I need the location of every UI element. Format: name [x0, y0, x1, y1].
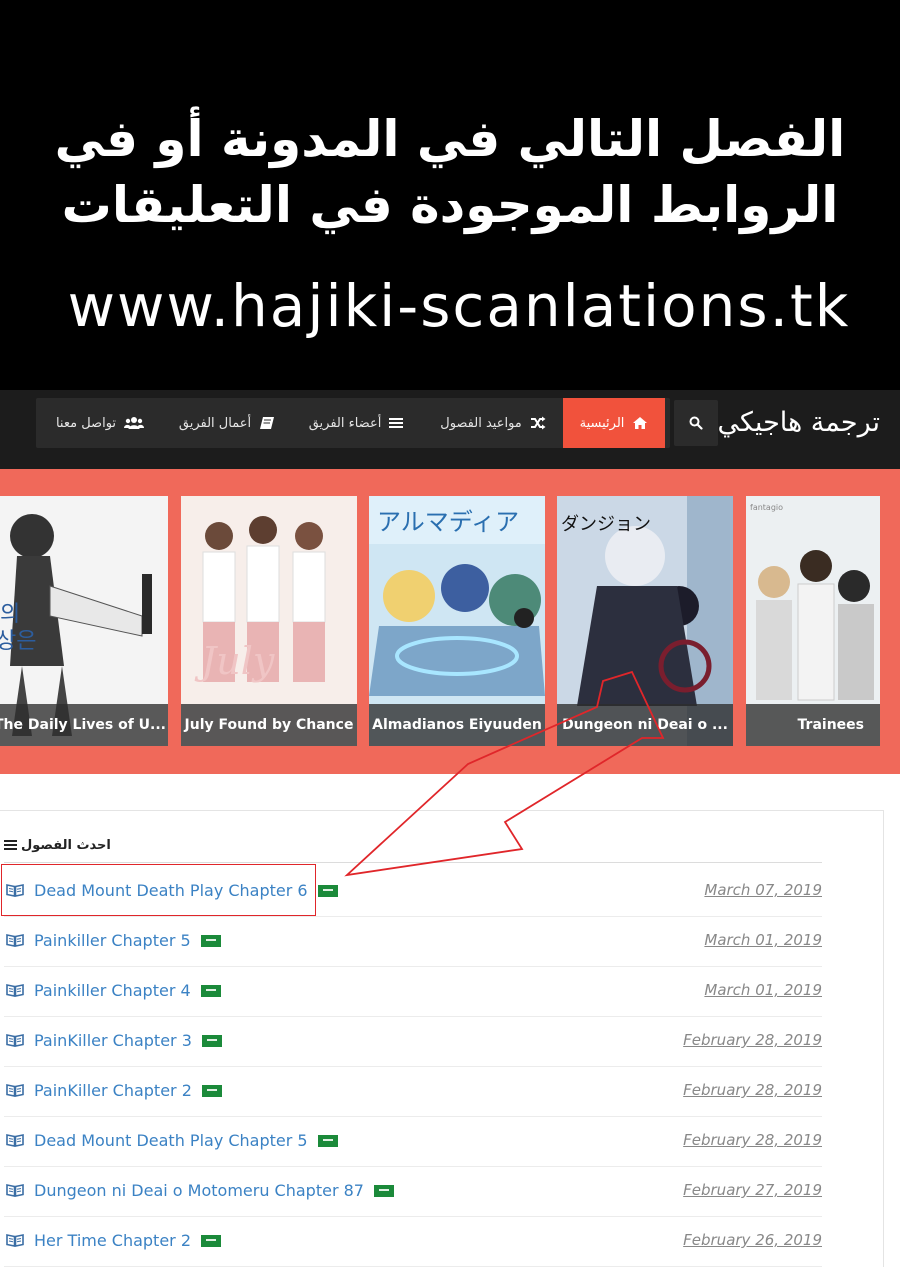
- banner-url: www.hajiki-scanlations.tk: [67, 272, 851, 340]
- slider-card-july[interactable]: July July Found by Chance: [181, 496, 357, 746]
- slider-card-almadianos[interactable]: アルマディア Almadianos Eiyuuden: [369, 496, 545, 746]
- latest-chapters-heading: احدث الفصول: [4, 832, 111, 858]
- divider: [4, 862, 822, 863]
- chapter-title[interactable]: Her Time Chapter 2: [34, 1231, 191, 1250]
- saudi-flag-icon: [201, 1234, 222, 1247]
- nav-item-label: أعمال الفريق: [178, 415, 252, 431]
- heading-text: احدث الفصول: [21, 837, 111, 853]
- chapter-row[interactable]: Her Time Chapter 2 February 26, 2019: [4, 1217, 822, 1267]
- promo-banner: الفصل التالي في المدونة أو في الروابط ال…: [0, 0, 900, 390]
- chapter-title[interactable]: Painkiller Chapter 5: [34, 931, 191, 950]
- slider-card-title: Dungeon ni Deai o ...: [557, 704, 733, 746]
- chapter-date: February 27, 2019: [683, 1181, 822, 1199]
- slider-card-dungeon[interactable]: ダンジョン Dungeon ni Deai o ...: [557, 496, 733, 746]
- svg-text:アルマディア: アルマディア: [377, 508, 519, 536]
- list-icon: [389, 418, 404, 428]
- chapter-link[interactable]: Her Time Chapter 2: [34, 1231, 222, 1250]
- nav-item-members[interactable]: أعضاء الفريق: [296, 398, 416, 448]
- book-icon: [6, 934, 24, 947]
- saudi-flag-icon: [317, 884, 338, 897]
- chapter-date: March 01, 2019: [704, 981, 822, 999]
- chapter-row[interactable]: Dungeon ni Deai o Motomeru Chapter 87 Fe…: [4, 1167, 822, 1217]
- slider-card-title: Almadianos Eiyuuden: [369, 704, 545, 746]
- slider-card-daily-lives[interactable]: 의 상은 The Daily Lives of U...: [0, 496, 168, 746]
- chapter-date: February 28, 2019: [683, 1131, 822, 1149]
- book-icon: [6, 984, 24, 997]
- nav-item-label: أعضاء الفريق: [308, 415, 382, 431]
- home-icon: [633, 417, 648, 429]
- nav-item-contact[interactable]: تواصل معنا: [42, 398, 158, 448]
- shuffle-icon: [530, 416, 546, 430]
- saudi-flag-icon: [373, 1184, 394, 1197]
- list-icon: [4, 840, 17, 850]
- site-title[interactable]: ترجمة هاجيكي: [718, 407, 881, 438]
- chapter-row[interactable]: Painkiller Chapter 5 March 01, 2019: [4, 917, 822, 967]
- saudi-flag-icon: [317, 1134, 338, 1147]
- chapter-link[interactable]: Dead Mount Death Play Chapter 5: [34, 1131, 338, 1150]
- chapter-title[interactable]: Painkiller Chapter 4: [34, 981, 191, 1000]
- search-button[interactable]: [674, 400, 718, 446]
- nav-item-label: مواعيد الفصول: [440, 415, 522, 431]
- slider-card-title: July Found by Chance: [181, 704, 357, 746]
- users-icon: [124, 417, 145, 429]
- chapter-link[interactable]: Dungeon ni Deai o Motomeru Chapter 87: [34, 1181, 394, 1200]
- svg-text:상은: 상은: [0, 629, 36, 654]
- chapter-date: February 28, 2019: [683, 1031, 822, 1049]
- chapter-row[interactable]: PainKiller Chapter 2 February 28, 2019: [4, 1067, 822, 1117]
- book-icon: [260, 417, 275, 429]
- book-icon: [6, 1184, 24, 1197]
- chapter-date: February 26, 2019: [683, 1231, 822, 1249]
- banner-text-line1: الفصل التالي في المدونة أو في: [54, 110, 846, 168]
- chapter-date: March 01, 2019: [704, 931, 822, 949]
- chapter-date: March 07, 2019: [704, 881, 822, 899]
- book-icon: [6, 1134, 24, 1147]
- chapter-link[interactable]: PainKiller Chapter 2: [34, 1081, 222, 1100]
- book-icon: [6, 1084, 24, 1097]
- featured-slider: 의 상은 The Daily Lives of U... July July F…: [0, 469, 900, 774]
- chapter-link[interactable]: Painkiller Chapter 5: [34, 931, 221, 950]
- saudi-flag-icon: [201, 1084, 222, 1097]
- nav-item-label: تواصل معنا: [55, 415, 117, 431]
- chapter-link[interactable]: PainKiller Chapter 3: [34, 1031, 222, 1050]
- nav-item-schedule[interactable]: مواعيد الفصول: [428, 398, 558, 448]
- chapter-row[interactable]: Dead Mount Death Play Chapter 5 February…: [4, 1117, 822, 1167]
- saudi-flag-icon: [201, 1034, 222, 1047]
- chapter-title[interactable]: PainKiller Chapter 2: [34, 1081, 192, 1100]
- svg-text:의: 의: [0, 602, 20, 627]
- book-icon: [6, 1234, 24, 1247]
- nav-item-label: الرئيسية: [579, 415, 625, 431]
- svg-text:fantagio: fantagio: [750, 503, 783, 512]
- chapter-title[interactable]: PainKiller Chapter 3: [34, 1031, 192, 1050]
- slider-card-title: The Daily Lives of U...: [0, 704, 168, 746]
- saudi-flag-icon: [200, 934, 221, 947]
- book-icon: [6, 1034, 24, 1047]
- search-icon: [689, 416, 703, 430]
- banner-text-line2: الروابط الموجودة في التعليقات: [61, 176, 839, 234]
- chapter-title[interactable]: Dungeon ni Deai o Motomeru Chapter 87: [34, 1181, 364, 1200]
- chapter-title[interactable]: Dead Mount Death Play Chapter 5: [34, 1131, 308, 1150]
- chapter-link[interactable]: Painkiller Chapter 4: [34, 981, 221, 1000]
- chapter-date: February 28, 2019: [683, 1081, 822, 1099]
- nav-item-works[interactable]: أعمال الفريق: [168, 398, 286, 448]
- slider-card-trainees[interactable]: fantagio Trainees: [746, 496, 880, 746]
- svg-text:July: July: [194, 639, 275, 683]
- chapter-row[interactable]: PainKiller Chapter 3 February 28, 2019: [4, 1017, 822, 1067]
- chapter-row[interactable]: Painkiller Chapter 4 March 01, 2019: [4, 967, 822, 1017]
- slider-card-title: Trainees: [746, 704, 880, 746]
- nav-item-home[interactable]: الرئيسية: [563, 398, 665, 448]
- saudi-flag-icon: [200, 984, 221, 997]
- svg-text:ダンジョン: ダンジョン: [561, 514, 651, 535]
- annotation-highlight-box: [1, 864, 316, 916]
